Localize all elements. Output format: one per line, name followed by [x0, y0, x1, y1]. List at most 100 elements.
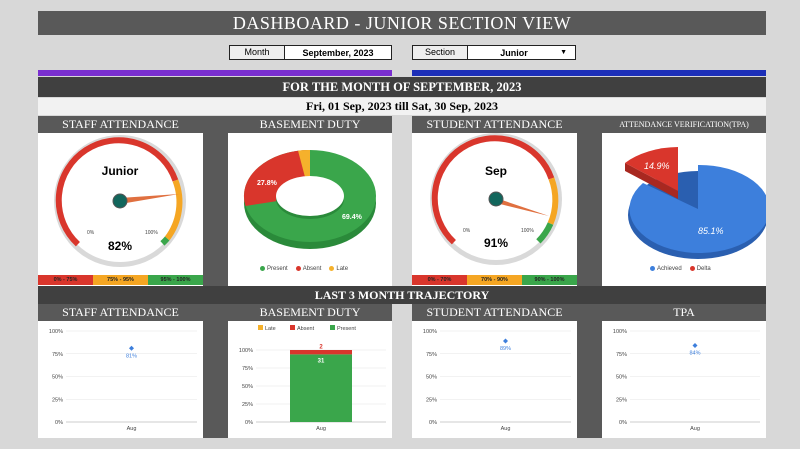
trajectory-chart: 100% 75% 50% 25% 0% Aug 31 2 Late Absent Present: [239, 325, 386, 432]
student-range-legend: 0% - 70% 70% - 90% 90% - 100%: [412, 275, 577, 285]
legend-achieved: Achieved: [650, 266, 682, 272]
y-tick-label: 100%: [239, 348, 253, 354]
tpa-title: ATTENDANCE VERIFICATION(TPA): [602, 116, 766, 133]
legend-label: Absent: [297, 326, 315, 332]
trajectory-chart: 100% 75% 50% 25% 0% Aug 84%: [613, 329, 760, 432]
gauge-label: Junior: [102, 164, 139, 178]
basement-duty-panel: BASEMENT DUTY 27.8% 69.4% Present Absent…: [228, 116, 392, 286]
y-tick-label: 0%: [429, 420, 437, 426]
x-tick-label: Aug: [501, 426, 511, 432]
trajectory-title: BASEMENT DUTY: [228, 304, 392, 321]
bar-label: 2: [319, 345, 323, 351]
trajectory-panel: BASEMENT DUTY 100% 75% 50% 25% 0% Aug 31 2 Late Ab…: [228, 304, 392, 438]
legend-swatch: [330, 325, 335, 330]
data-label: 84%: [689, 351, 700, 357]
dropdown-arrow-icon[interactable]: ▼: [560, 49, 567, 56]
trajectory-title: STUDENT ATTENDANCE: [412, 304, 577, 321]
tpa-legend: Achieved Delta: [650, 266, 711, 272]
y-tick-label: 25%: [242, 402, 253, 408]
range-green: 90% - 100%: [522, 275, 577, 285]
accent-bar-right: [412, 70, 766, 76]
trajectory-chart: 100% 75% 50% 25% 0% Aug 89%: [423, 329, 571, 432]
data-point: [129, 345, 134, 351]
trajectory-title: TPA: [602, 304, 766, 321]
legend-label: Present: [337, 326, 356, 332]
legend-swatch: [290, 325, 295, 330]
staff-gauge: Junior 0% 100% 82%: [54, 135, 186, 267]
month-band: FOR THE MONTH OF SEPTEMBER, 2023: [38, 77, 766, 97]
gauge-arc-green: [160, 236, 170, 246]
range-red: 0% - 70%: [412, 275, 467, 285]
y-tick-label: 75%: [242, 366, 253, 372]
bar-segment-present: [290, 354, 352, 422]
data-point: [692, 343, 698, 349]
trajectory-band: LAST 3 MONTH TRAJECTORY: [38, 286, 766, 304]
y-tick-label: 100%: [49, 329, 63, 335]
y-tick-label: 25%: [426, 397, 437, 403]
data-point: [503, 338, 508, 344]
student-attendance-panel: STUDENT ATTENDANCE Sep 0% 100% 91% 0% - …: [412, 116, 577, 286]
x-tick-label: Aug: [127, 426, 137, 432]
y-tick-label: 50%: [616, 375, 627, 381]
y-tick-label: 50%: [242, 384, 253, 390]
data-label: 81%: [126, 353, 137, 359]
legend-absent: Absent: [295, 266, 321, 272]
basement-duty-title: BASEMENT DUTY: [228, 116, 392, 133]
gauge-label: Sep: [485, 164, 507, 178]
donut-absent-label: 27.8%: [257, 180, 278, 187]
staff-attendance-panel: STAFF ATTENDANCE Junior 0% 100% 82% 0% -…: [38, 116, 203, 286]
trajectory-panel: STUDENT ATTENDANCE 100% 75% 50% 25% 0% Aug 89%: [412, 304, 577, 438]
staff-range-legend: 0% - 75% 75% - 95% 95% - 100%: [38, 275, 203, 285]
x-tick-label: Aug: [316, 426, 326, 432]
range-orange: 70% - 90%: [467, 275, 522, 285]
legend-delta: Delta: [689, 266, 711, 272]
section-filter[interactable]: Section Junior ▼: [412, 45, 576, 60]
staff-attendance-title: STAFF ATTENDANCE: [38, 116, 203, 133]
month-filter-value[interactable]: September, 2023: [285, 48, 391, 58]
y-tick-label: 0%: [245, 420, 253, 426]
section-filter-value[interactable]: Junior: [468, 48, 560, 58]
page-title: DASHBOARD - JUNIOR SECTION VIEW: [38, 11, 766, 35]
tpa-panel: ATTENDANCE VERIFICATION(TPA) 14.9% 85.1%…: [602, 116, 766, 286]
data-label: 89%: [500, 346, 511, 352]
basement-donut: 27.8% 69.4%: [243, 149, 376, 249]
date-range: Fri, 01 Sep, 2023 till Sat, 30 Sep, 2023: [38, 98, 766, 115]
legend-label: Late: [265, 326, 276, 332]
donut-present-label: 69.4%: [342, 214, 363, 221]
y-tick-label: 100%: [423, 329, 437, 335]
student-attendance-title: STUDENT ATTENDANCE: [412, 116, 577, 133]
y-tick-label: 0%: [619, 420, 627, 426]
bar-label: 31: [318, 358, 325, 364]
accent-bar-left: [38, 70, 392, 76]
y-tick-label: 75%: [52, 352, 63, 358]
gauge-value: 91%: [484, 236, 508, 250]
gauge-max: 100%: [521, 228, 534, 234]
tpa-pie: 14.9% 85.1%: [625, 147, 766, 259]
range-green: 95% - 100%: [148, 275, 203, 285]
gauge-max: 100%: [145, 230, 158, 236]
range-red: 0% - 75%: [38, 275, 93, 285]
trajectory-title: STAFF ATTENDANCE: [38, 304, 203, 321]
y-tick-label: 100%: [613, 329, 627, 335]
legend-present: Present: [260, 266, 288, 272]
basement-legend: Present Absent Late: [260, 266, 348, 272]
legend-late: Late: [329, 266, 348, 272]
y-tick-label: 25%: [52, 397, 63, 403]
y-tick-label: 25%: [616, 397, 627, 403]
pie-delta-label: 14.9%: [644, 161, 670, 171]
trajectory-panel: TPA 100% 75% 50% 25% 0% Aug 84%: [602, 304, 766, 438]
y-tick-label: 75%: [426, 352, 437, 358]
gauge-min: 0%: [463, 228, 471, 234]
x-tick-label: Aug: [690, 426, 700, 432]
gauge-value: 82%: [108, 239, 132, 253]
trajectory-panel: STAFF ATTENDANCE 100% 75% 50% 25% 0% Aug 81%: [38, 304, 203, 438]
y-tick-label: 75%: [616, 352, 627, 358]
bar-segment-absent: [290, 350, 352, 355]
range-orange: 75% - 95%: [93, 275, 148, 285]
y-tick-label: 50%: [426, 375, 437, 381]
student-gauge: Sep 0% 100% 91%: [430, 133, 562, 265]
pie-achieved-label: 85.1%: [698, 226, 724, 236]
y-tick-label: 50%: [52, 375, 63, 381]
month-filter[interactable]: Month September, 2023: [229, 45, 392, 60]
legend-swatch: [258, 325, 263, 330]
